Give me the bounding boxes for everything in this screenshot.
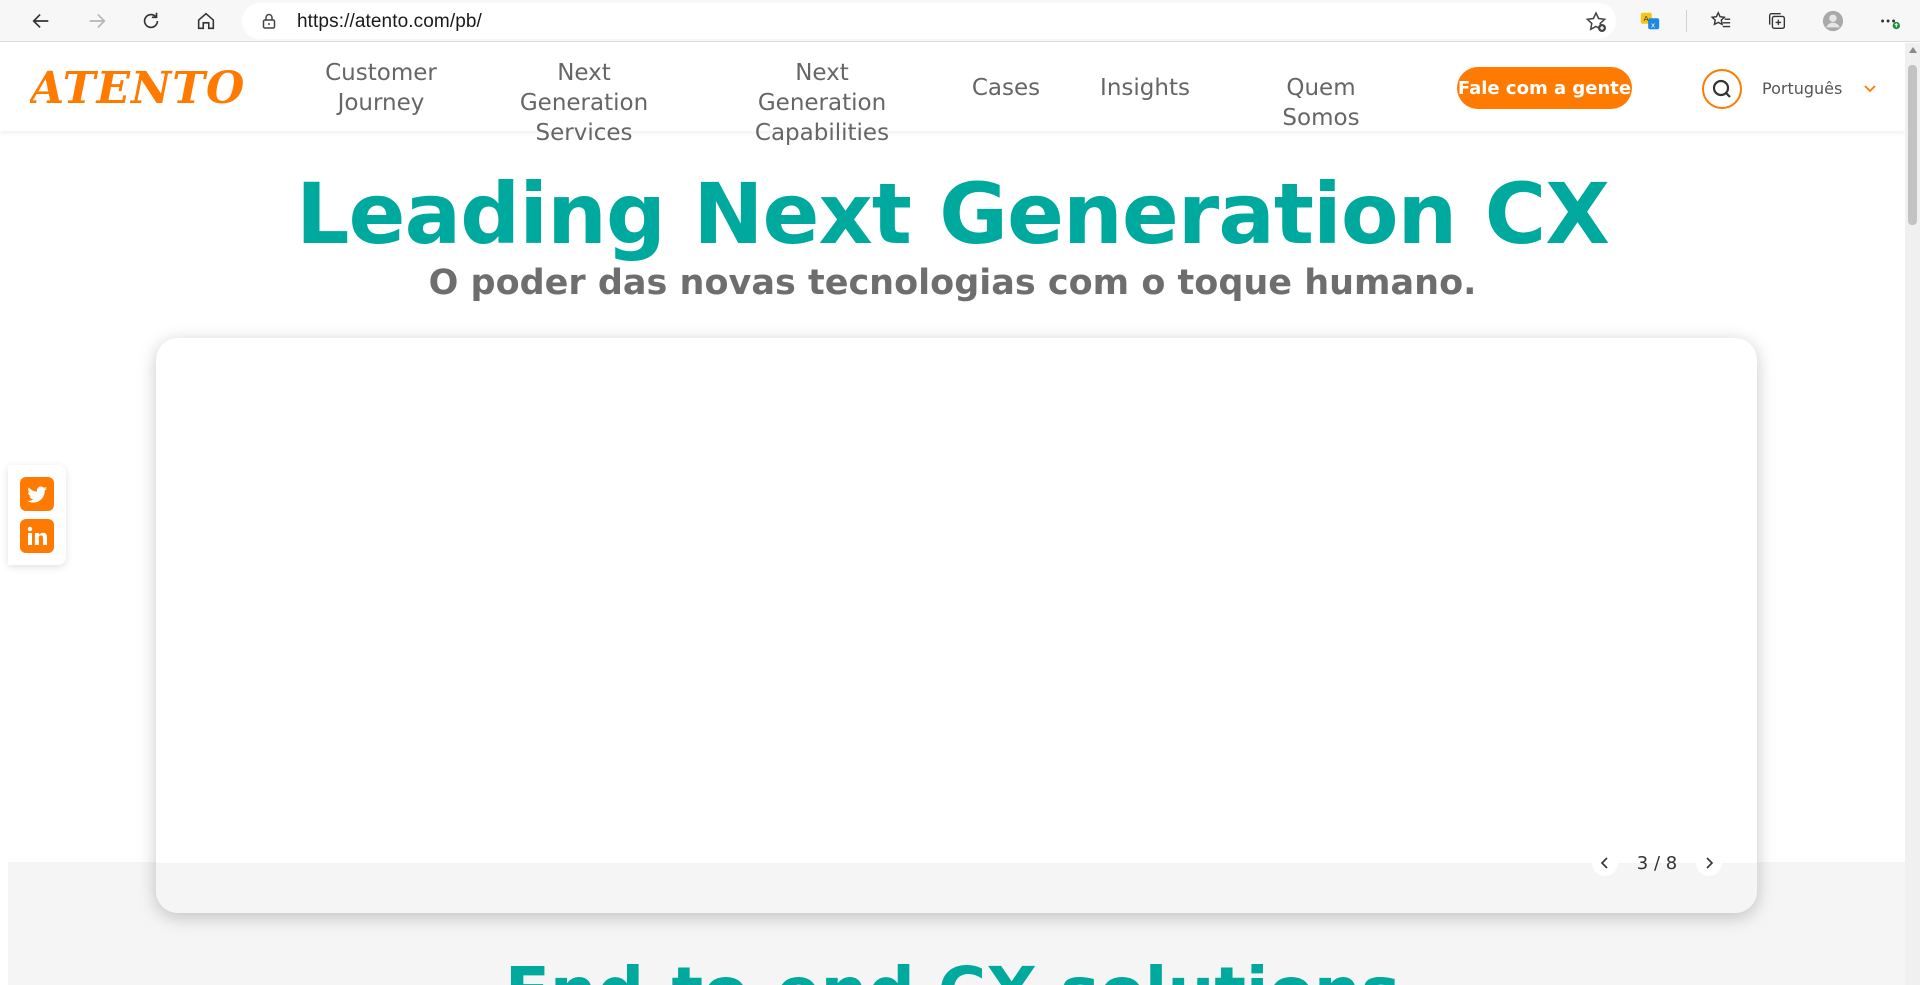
page-scrollbar[interactable] <box>1905 43 1920 985</box>
toolbar-divider <box>1686 10 1687 32</box>
carousel-counter: 3 / 8 <box>1636 852 1678 874</box>
nav-label: Cases <box>971 75 1041 101</box>
collections-icon[interactable] <box>1760 4 1794 38</box>
nav-label: Quem Somos <box>1282 75 1360 131</box>
nav-label: Capabilities <box>754 120 890 146</box>
profile-icon[interactable] <box>1816 4 1850 38</box>
atento-logo[interactable]: ATENTO <box>30 63 252 111</box>
nav-label: Next Generation <box>757 60 887 116</box>
hero-title: Leading Next Generation CX <box>295 165 1610 263</box>
nav-label: Journey <box>337 90 425 116</box>
scroll-thumb[interactable] <box>1908 65 1917 225</box>
contact-button[interactable]: Fale com a gente <box>1457 67 1632 109</box>
svg-text:x: x <box>1651 20 1656 29</box>
forward-icon[interactable] <box>80 4 114 38</box>
svg-text:A: A <box>1644 14 1649 23</box>
favorites-icon[interactable] <box>1704 4 1738 38</box>
nav-quem-somos[interactable]: Quem Somos <box>1246 73 1396 133</box>
browser-toolbar: https://atento.com/pb/ Ax <box>0 0 1920 42</box>
nav-label: Insights <box>1100 75 1190 101</box>
nav-next-generation-capabilities[interactable]: Next Generation Capabilities <box>732 58 912 148</box>
social-share-bar <box>8 465 66 565</box>
chevron-right-icon[interactable] <box>1695 850 1722 876</box>
linkedin-icon[interactable] <box>20 519 54 553</box>
back-icon[interactable] <box>24 4 58 38</box>
site-header: ATENTO Customer Journey Next Generation … <box>0 43 1905 146</box>
twitter-icon[interactable] <box>20 477 54 511</box>
chevron-left-icon[interactable] <box>1592 850 1618 876</box>
url-text[interactable]: https://atento.com/pb/ <box>297 11 482 33</box>
nav-insights[interactable]: Insights <box>1096 73 1194 103</box>
nav-customer-journey[interactable]: Customer Journey <box>318 58 444 118</box>
search-button[interactable] <box>1702 69 1742 109</box>
address-bar[interactable]: https://atento.com/pb/ <box>242 3 1616 39</box>
video-carousel[interactable]: 3 / 8 <box>156 338 1757 913</box>
chevron-down-icon[interactable] <box>1862 81 1878 97</box>
nav-cases[interactable]: Cases <box>968 73 1044 103</box>
scroll-up-arrow[interactable] <box>1909 47 1917 53</box>
hero-subtitle: O poder das novas tecnologias com o toqu… <box>428 263 1477 303</box>
carousel-footer <box>156 863 1757 913</box>
nav-label: Services <box>535 120 633 146</box>
svg-text:ATENTO: ATENTO <box>30 63 245 111</box>
nav-label: Next Generation <box>519 60 649 116</box>
home-icon[interactable] <box>189 4 223 38</box>
lock-icon[interactable] <box>260 12 278 30</box>
add-favorite-icon[interactable] <box>1584 10 1608 34</box>
section-title: End-to-end CX solutions <box>0 952 1905 985</box>
carousel-pager: 3 / 8 <box>1592 848 1722 878</box>
translate-icon[interactable]: Ax <box>1633 4 1667 38</box>
language-selector[interactable]: Português <box>1762 79 1842 98</box>
nav-label: Customer <box>325 60 437 86</box>
nav-next-generation-services[interactable]: Next Generation Services <box>494 58 674 148</box>
more-icon[interactable] <box>1872 4 1906 38</box>
reload-icon[interactable] <box>134 4 168 38</box>
search-icon <box>1712 79 1731 98</box>
